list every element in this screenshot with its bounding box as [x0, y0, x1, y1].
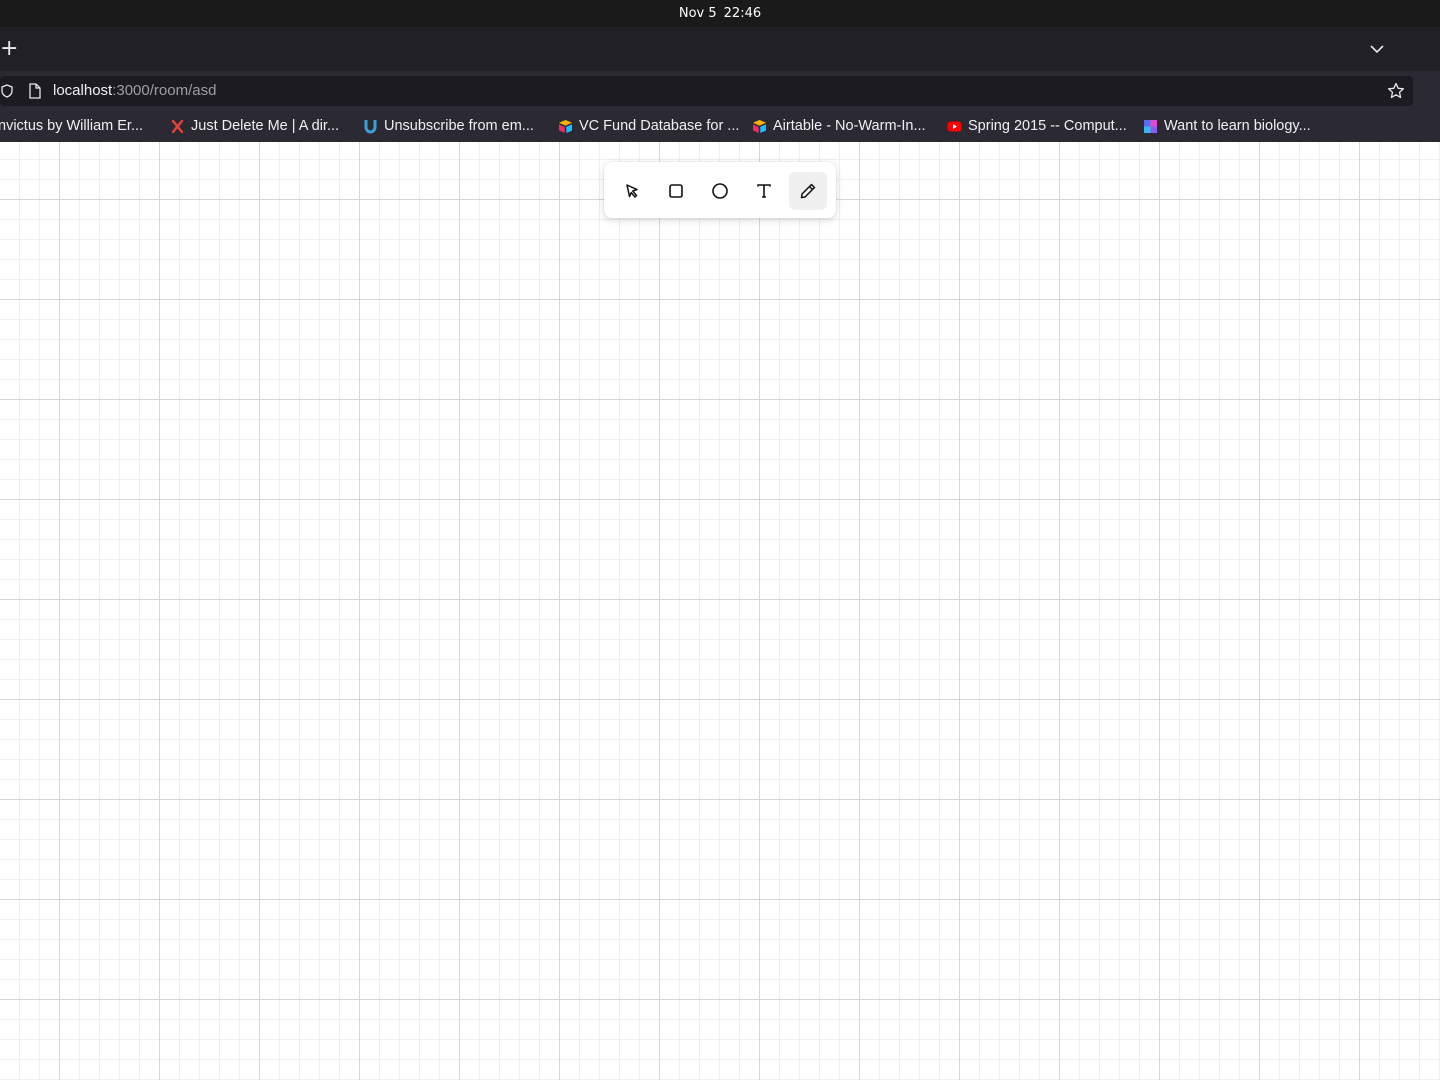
bookmark-item[interactable]: VC Fund Database for ... [558, 116, 739, 136]
bookmark-item[interactable]: Just Delete Me | A dir... [170, 116, 339, 136]
bookmarks-toolbar: nvictus by William Er... Just Delete Me … [0, 109, 1440, 142]
cursor-icon [626, 184, 638, 198]
youtube-icon [947, 121, 962, 131]
airtable-icon [559, 119, 572, 133]
whiteboard-canvas[interactable] [0, 142, 1440, 1080]
tab-strip: + [0, 27, 1440, 71]
bookmark-item[interactable]: Airtable - No-Warm-In... [752, 116, 926, 136]
bookmark-item[interactable]: Want to learn biology... [1143, 116, 1311, 136]
pencil-icon [800, 183, 816, 199]
list-all-tabs-button[interactable] [1366, 37, 1388, 61]
bookmark-label: Want to learn biology... [1164, 118, 1311, 134]
tool-rectangle-button[interactable] [657, 172, 695, 210]
bookmark-item[interactable]: Spring 2015 -- Comput... [947, 116, 1127, 136]
chevron-down-icon [1370, 45, 1384, 54]
bookmark-item[interactable]: nvictus by William Er... [0, 116, 143, 136]
tool-ellipse-button[interactable] [701, 172, 739, 210]
page-icon[interactable] [28, 83, 42, 99]
bookmark-label: Just Delete Me | A dir... [191, 118, 340, 134]
url-text[interactable]: localhost:3000/room/asd [53, 82, 216, 99]
bookmark-label: VC Fund Database for ... [579, 118, 740, 134]
tool-pencil-button[interactable] [789, 172, 827, 210]
system-date: Nov 5 [678, 6, 717, 21]
new-tab-button[interactable]: + [0, 35, 18, 63]
text-icon [757, 184, 771, 198]
bookmark-item[interactable]: Unsubscribe from em... [363, 116, 534, 136]
bookmark-label: nvictus by William Er... [0, 118, 144, 134]
tool-text-button[interactable] [745, 172, 783, 210]
system-time: 22:46 [723, 6, 762, 21]
square-icon [669, 184, 683, 198]
x-icon [171, 119, 184, 133]
bookmark-label: Unsubscribe from em... [384, 118, 534, 134]
tool-select-button[interactable] [613, 172, 651, 210]
airtable-icon [753, 119, 766, 133]
system-top-bar: Nov 5 22:46 [0, 0, 1440, 27]
bookmark-label: Spring 2015 -- Comput... [968, 118, 1127, 134]
u-magnet-icon [364, 119, 377, 134]
navigation-bar: localhost:3000/room/asd [0, 71, 1440, 109]
shield-icon[interactable] [0, 84, 14, 98]
url-path: :3000/room/asd [112, 82, 217, 99]
drawing-toolbar [604, 162, 836, 218]
puzzle-icon [1144, 119, 1157, 133]
circle-icon [712, 183, 728, 199]
star-icon[interactable] [1387, 82, 1405, 100]
bookmark-label: Airtable - No-Warm-In... [773, 118, 926, 134]
url-bar[interactable]: localhost:3000/room/asd [0, 76, 1413, 106]
url-host: localhost [53, 82, 113, 99]
